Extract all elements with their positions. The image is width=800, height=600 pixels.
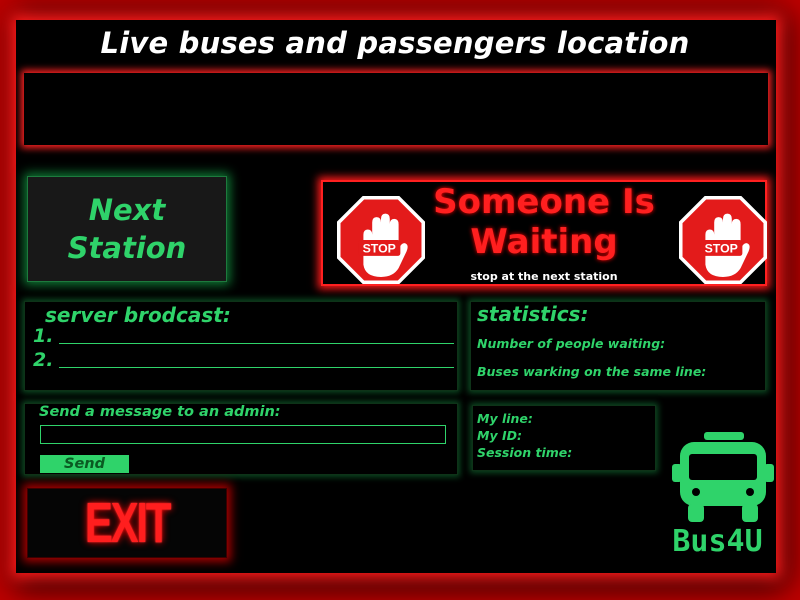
page-title: Live buses and passengers location [100, 26, 690, 60]
stop-hand-icon: STOP [679, 196, 767, 284]
message-heading: Send a message to an admin: [39, 404, 281, 420]
statistics-heading: statistics: [477, 302, 589, 326]
admin-message-input[interactable] [40, 425, 446, 444]
next-station-label-line1: Next [88, 193, 166, 227]
svg-text:STOP: STOP [705, 241, 738, 255]
exit-button[interactable]: EXIT [27, 488, 227, 558]
admin-message-panel: Send a message to an admin: Send [24, 403, 458, 475]
people-waiting-label: Number of people waiting: [477, 336, 666, 351]
bus4u-logo: Bus4U [660, 430, 775, 565]
waiting-alert-banner: STOP Someone Is Waiting stop at the next… [321, 180, 767, 286]
live-map-area[interactable] [24, 73, 768, 145]
broadcast-heading: server brodcast: [45, 303, 231, 327]
broadcast-line-1: 1. [33, 325, 458, 347]
session-info-panel: My line: My ID: Session time: [472, 405, 656, 471]
send-button[interactable]: Send [40, 455, 129, 473]
server-broadcast-panel: server brodcast: 1. 2. [24, 301, 458, 391]
logo-text: Bus4U [672, 524, 763, 559]
next-station-button[interactable]: Next Station [27, 176, 227, 282]
my-line-label: My line: [477, 411, 533, 426]
session-time-label: Session time: [477, 445, 573, 460]
broadcast-line-2: 2. [33, 349, 458, 371]
my-id-label: My ID: [477, 428, 522, 443]
buses-same-line-label: Buses warking on the same line: [477, 364, 707, 379]
exit-label: EXIT [84, 491, 172, 555]
bus-icon [672, 432, 774, 522]
statistics-panel: statistics: Number of people waiting: Bu… [470, 301, 766, 391]
next-station-label-line2: Station [67, 231, 187, 265]
